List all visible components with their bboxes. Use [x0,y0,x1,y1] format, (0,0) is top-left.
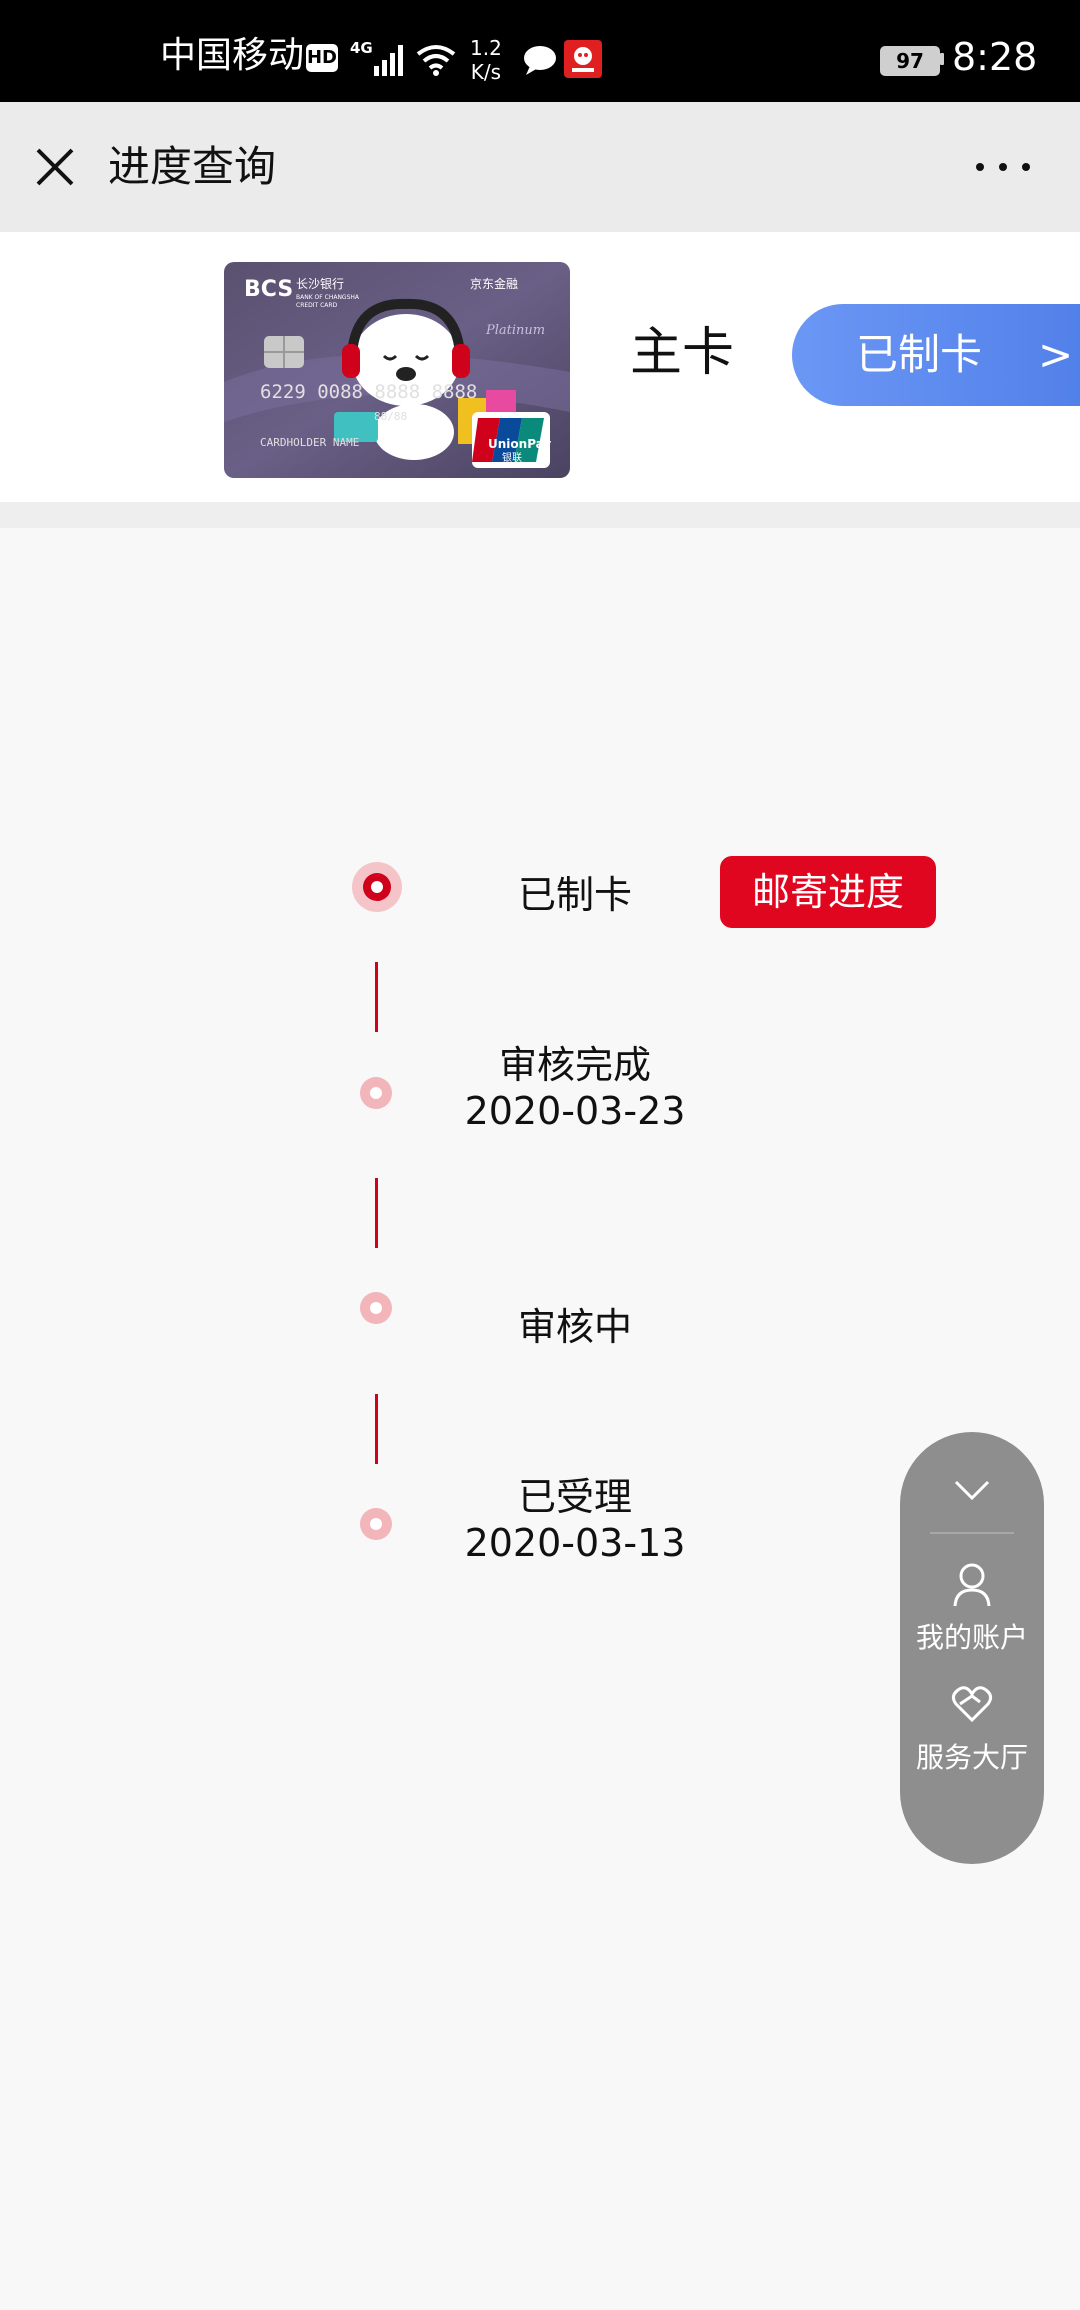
timeline-dot-current [352,862,402,912]
floating-menu: 我的账户 服务大厅 [900,1432,1044,1864]
bank-name-en: BANK OF CHANGSHA [296,294,360,301]
timeline-dot [360,1292,392,1324]
user-icon[interactable] [952,1562,992,1608]
step-title: 审核完成 [498,1043,651,1087]
card-kind: CREDIT CARD [296,302,338,309]
timeline-connector [375,1178,378,1248]
service-hall-link[interactable]: 服务大厅 [900,1736,1044,1776]
my-account-link[interactable]: 我的账户 [900,1616,1044,1656]
message-icon [524,46,556,75]
step-title: 已制卡 [517,873,632,917]
wifi-icon [416,45,456,76]
hd-badge: HD [306,44,338,72]
timeline-step: 已制卡 [425,872,725,918]
card-tier: Platinum [485,323,545,338]
network-type: 4G [350,39,373,57]
mail-progress-button[interactable]: 邮寄进度 [720,856,936,928]
clock: 8:28 [952,35,1038,79]
card-status-label: 已制卡 [856,330,983,379]
speed-unit: K/s [470,60,502,84]
partner-name: 京东金融 [470,276,518,291]
timeline-step: 审核中 [425,1304,725,1350]
timeline-dot [360,1508,392,1540]
app-notification-icon [564,40,602,78]
section-divider [0,502,1080,528]
timeline-connector [375,1394,378,1464]
card-summary: UnionPay 银联 BCS 长沙银行 BANK OF CHANGSHA CR… [0,232,1080,502]
step-title: 已受理 [517,1475,632,1519]
card-network: UnionPay [488,437,551,451]
network-speed: 1.2 K/s [470,36,502,84]
chevron-right-icon: > [1038,330,1074,379]
nav-bar: 进度查询 [0,102,1080,232]
step-date: 2020-03-13 [464,1521,686,1565]
chevron-down-icon[interactable] [942,1470,1002,1510]
bank-name: 长沙银行 [296,277,344,291]
signal-icon [374,45,403,76]
timeline-step: 审核完成 2020-03-23 [425,1042,725,1134]
card-expiry: 88/88 [374,410,407,423]
heart-hand-icon[interactable] [950,1684,994,1724]
status-bar: 中国移动 HD 4G 1.2 K/s 97 8:28 [0,0,1080,102]
step-title: 审核中 [517,1305,632,1349]
page-title: 进度查询 [108,142,277,191]
timeline-step: 已受理 2020-03-13 [425,1474,725,1566]
credit-card-image: UnionPay 银联 BCS 长沙银行 BANK OF CHANGSHA CR… [224,262,570,478]
speed-value: 1.2 [470,36,502,60]
bank-logo: BCS [244,277,293,302]
close-icon[interactable] [30,142,80,192]
card-network-cn: 银联 [502,451,522,464]
battery-indicator: 97 [880,46,940,76]
menu-divider [930,1532,1014,1534]
timeline-connector [375,962,378,1032]
battery-tip [940,53,944,65]
card-type-label: 主卡 [630,323,735,383]
card-status-button[interactable]: 已制卡 > [792,304,1080,406]
carrier-name: 中国移动 [160,35,305,76]
cardholder-name: CARDHOLDER NAME [260,436,359,449]
timeline-dot [360,1077,392,1109]
card-number: 6229 0088 8888 8888 [260,381,477,403]
more-horizontal-icon[interactable] [968,142,1038,192]
step-date: 2020-03-23 [464,1089,686,1133]
